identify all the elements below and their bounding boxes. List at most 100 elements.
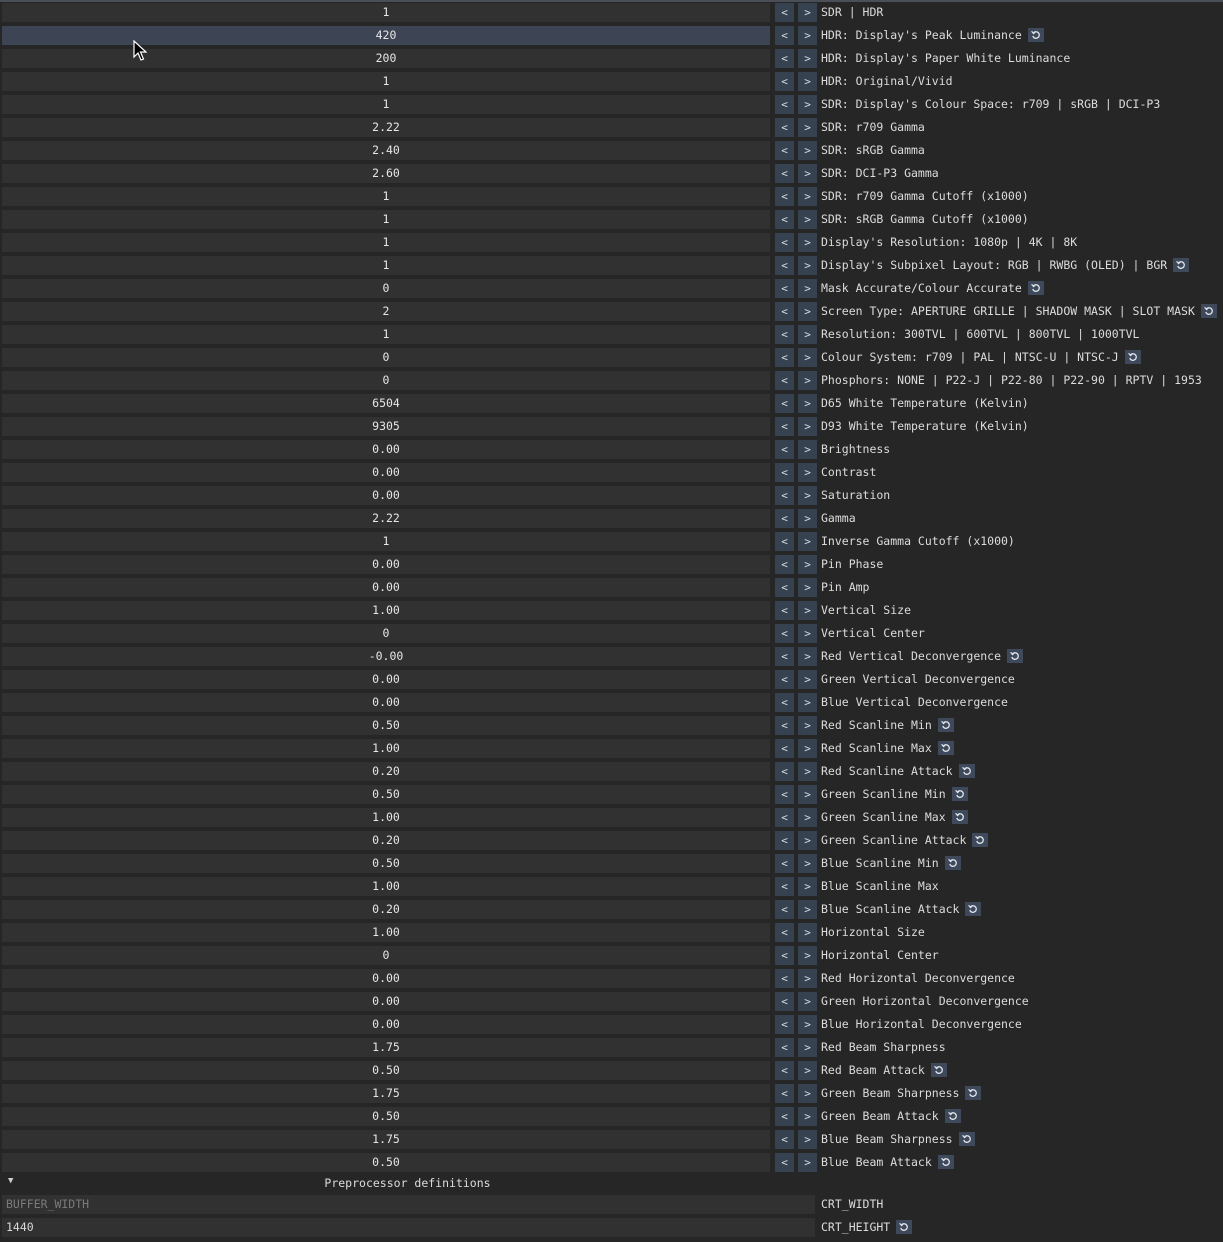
setting-value-field[interactable]: 1 xyxy=(2,325,770,344)
setting-value-field[interactable]: 1.00 xyxy=(2,739,770,758)
increment-button[interactable]: > xyxy=(798,463,817,482)
reset-button[interactable] xyxy=(896,1219,913,1234)
setting-value-field[interactable]: 0.50 xyxy=(2,1153,770,1172)
setting-value-field[interactable]: 2 xyxy=(2,302,770,321)
reset-button[interactable] xyxy=(937,740,954,755)
increment-button[interactable]: > xyxy=(798,1038,817,1057)
setting-value-field[interactable]: 0.00 xyxy=(2,670,770,689)
setting-value-field[interactable]: 0.00 xyxy=(2,992,770,1011)
increment-button[interactable]: > xyxy=(798,3,817,22)
setting-value-field[interactable]: 0.00 xyxy=(2,1015,770,1034)
decrement-button[interactable]: < xyxy=(775,578,794,597)
decrement-button[interactable]: < xyxy=(775,141,794,160)
increment-button[interactable]: > xyxy=(798,95,817,114)
setting-value-field[interactable]: 1.75 xyxy=(2,1084,770,1103)
definition-value-input[interactable]: BUFFER_WIDTH xyxy=(2,1195,815,1214)
setting-value-field[interactable]: 2.22 xyxy=(2,118,770,137)
reset-button[interactable] xyxy=(937,1154,954,1169)
reset-button[interactable] xyxy=(1173,257,1190,272)
decrement-button[interactable]: < xyxy=(775,26,794,45)
increment-button[interactable]: > xyxy=(798,831,817,850)
increment-button[interactable]: > xyxy=(798,302,817,321)
decrement-button[interactable]: < xyxy=(775,325,794,344)
reset-button[interactable] xyxy=(944,855,961,870)
increment-button[interactable]: > xyxy=(798,210,817,229)
setting-value-field[interactable]: 1 xyxy=(2,532,770,551)
setting-value-field[interactable]: 0.00 xyxy=(2,440,770,459)
reset-button[interactable] xyxy=(1007,648,1024,663)
increment-button[interactable]: > xyxy=(798,325,817,344)
increment-button[interactable]: > xyxy=(798,900,817,919)
increment-button[interactable]: > xyxy=(798,647,817,666)
decrement-button[interactable]: < xyxy=(775,1084,794,1103)
setting-value-field[interactable]: 0.00 xyxy=(2,578,770,597)
setting-value-field[interactable]: 1.00 xyxy=(2,923,770,942)
increment-button[interactable]: > xyxy=(798,555,817,574)
setting-value-field[interactable]: -0.00 xyxy=(2,647,770,666)
definition-value-input[interactable]: 1440 xyxy=(2,1218,815,1237)
reset-button[interactable] xyxy=(965,901,982,916)
increment-button[interactable]: > xyxy=(798,72,817,91)
increment-button[interactable]: > xyxy=(798,1130,817,1149)
increment-button[interactable]: > xyxy=(798,417,817,436)
decrement-button[interactable]: < xyxy=(775,72,794,91)
setting-value-field[interactable]: 1.00 xyxy=(2,808,770,827)
decrement-button[interactable]: < xyxy=(775,233,794,252)
increment-button[interactable]: > xyxy=(798,118,817,137)
setting-value-field[interactable]: 2.60 xyxy=(2,164,770,183)
setting-value-field[interactable]: 1 xyxy=(2,256,770,275)
reset-button[interactable] xyxy=(951,786,968,801)
increment-button[interactable]: > xyxy=(798,670,817,689)
decrement-button[interactable]: < xyxy=(775,946,794,965)
decrement-button[interactable]: < xyxy=(775,49,794,68)
increment-button[interactable]: > xyxy=(798,1084,817,1103)
increment-button[interactable]: > xyxy=(798,440,817,459)
decrement-button[interactable]: < xyxy=(775,923,794,942)
increment-button[interactable]: > xyxy=(798,279,817,298)
setting-value-field[interactable]: 0 xyxy=(2,946,770,965)
decrement-button[interactable]: < xyxy=(775,509,794,528)
setting-value-field[interactable]: 0 xyxy=(2,348,770,367)
decrement-button[interactable]: < xyxy=(775,95,794,114)
setting-value-field[interactable]: 9305 xyxy=(2,417,770,436)
decrement-button[interactable]: < xyxy=(775,670,794,689)
setting-value-field[interactable]: 420 xyxy=(2,26,770,45)
reset-button[interactable] xyxy=(1027,280,1044,295)
setting-value-field[interactable]: 0.00 xyxy=(2,555,770,574)
setting-value-field[interactable]: 0.00 xyxy=(2,486,770,505)
decrement-button[interactable]: < xyxy=(775,647,794,666)
increment-button[interactable]: > xyxy=(798,1015,817,1034)
increment-button[interactable]: > xyxy=(798,141,817,160)
reset-button[interactable] xyxy=(1200,303,1217,318)
setting-value-field[interactable]: 0.50 xyxy=(2,1061,770,1080)
setting-value-field[interactable]: 0.50 xyxy=(2,716,770,735)
decrement-button[interactable]: < xyxy=(775,1130,794,1149)
increment-button[interactable]: > xyxy=(798,716,817,735)
setting-value-field[interactable]: 2.22 xyxy=(2,509,770,528)
decrement-button[interactable]: < xyxy=(775,877,794,896)
increment-button[interactable]: > xyxy=(798,187,817,206)
reset-button[interactable] xyxy=(958,1131,975,1146)
decrement-button[interactable]: < xyxy=(775,992,794,1011)
decrement-button[interactable]: < xyxy=(775,187,794,206)
increment-button[interactable]: > xyxy=(798,739,817,758)
increment-button[interactable]: > xyxy=(798,509,817,528)
setting-value-field[interactable]: 1.00 xyxy=(2,877,770,896)
decrement-button[interactable]: < xyxy=(775,601,794,620)
increment-button[interactable]: > xyxy=(798,233,817,252)
setting-value-field[interactable]: 1 xyxy=(2,3,770,22)
setting-value-field[interactable]: 0.00 xyxy=(2,463,770,482)
increment-button[interactable]: > xyxy=(798,1153,817,1172)
setting-value-field[interactable]: 1 xyxy=(2,95,770,114)
increment-button[interactable]: > xyxy=(798,49,817,68)
reset-button[interactable] xyxy=(965,1085,982,1100)
increment-button[interactable]: > xyxy=(798,877,817,896)
setting-value-field[interactable]: 1.75 xyxy=(2,1130,770,1149)
increment-button[interactable]: > xyxy=(798,394,817,413)
decrement-button[interactable]: < xyxy=(775,739,794,758)
decrement-button[interactable]: < xyxy=(775,463,794,482)
setting-value-field[interactable]: 0.50 xyxy=(2,1107,770,1126)
increment-button[interactable]: > xyxy=(798,624,817,643)
decrement-button[interactable]: < xyxy=(775,854,794,873)
setting-value-field[interactable]: 0.20 xyxy=(2,900,770,919)
